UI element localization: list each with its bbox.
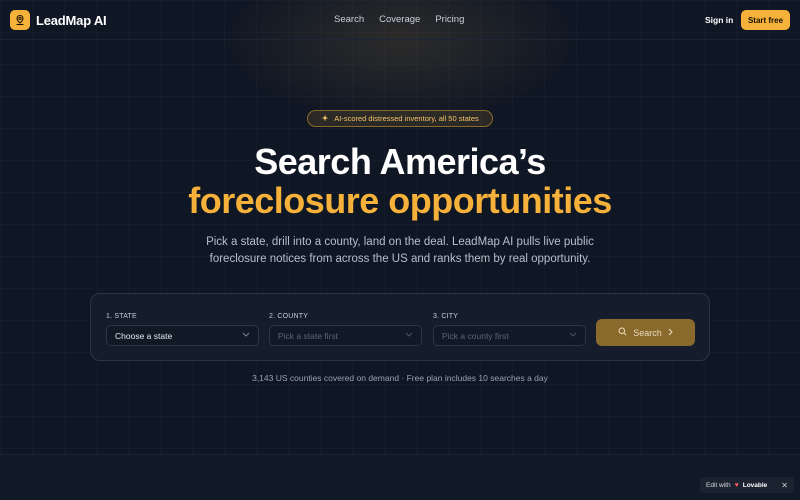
hero-title-line2: foreclosure opportunities: [188, 180, 612, 221]
edit-badge-prefix: Edit with: [706, 481, 731, 489]
page-footer-band: [0, 454, 800, 500]
chevron-down-icon: [405, 332, 413, 339]
search-card: 1. STATE Choose a state 2. COUNTY Pick a…: [90, 293, 710, 361]
nav-link-pricing[interactable]: Pricing: [435, 14, 464, 25]
chevron-down-icon: [569, 332, 577, 339]
nav-links: Search Coverage Pricing: [334, 14, 464, 25]
hero-title-line1: Search America’s: [254, 141, 546, 182]
edit-badge-brand: Lovable: [742, 481, 768, 489]
brand-logo[interactable]: LeadMap AI: [10, 10, 107, 30]
coverage-note: 3,143 US counties covered on demand · Fr…: [252, 373, 548, 383]
state-select[interactable]: Choose a state: [106, 325, 259, 346]
map-pin-icon: [10, 10, 30, 30]
chevron-down-icon: [242, 332, 250, 339]
city-select-value: Pick a county first: [442, 330, 509, 341]
state-label: 1. STATE: [106, 313, 137, 320]
brand-name: LeadMap AI: [36, 12, 107, 28]
county-label: 2. COUNTY: [269, 313, 309, 320]
county-select-value: Pick a state first: [278, 330, 338, 341]
hero-badge: AI-scored distressed inventory, all 50 s…: [307, 110, 493, 127]
city-label: 3. CITY: [433, 313, 459, 320]
hero-badge-text: AI-scored distressed inventory, all 50 s…: [334, 114, 479, 123]
nav-link-coverage[interactable]: Coverage: [379, 14, 420, 25]
heart-icon: ♥: [734, 481, 739, 489]
sign-in-link[interactable]: Sign in: [705, 15, 733, 25]
top-nav: LeadMap AI Search Coverage Pricing Sign …: [0, 0, 800, 40]
nav-link-search[interactable]: Search: [334, 14, 364, 25]
search-button[interactable]: Search: [596, 319, 695, 346]
hero-subtitle: Pick a state, drill into a county, land …: [206, 236, 594, 265]
state-select-value: Choose a state: [115, 330, 173, 341]
state-field: 1. STATE Choose a state: [106, 313, 259, 346]
search-button-label: Search: [633, 327, 662, 338]
edit-with-lovable-badge[interactable]: Edit with ♥ Lovable ✕: [700, 477, 794, 493]
county-select[interactable]: Pick a state first: [269, 325, 422, 346]
search-icon: [618, 327, 627, 338]
chevron-right-icon: [668, 328, 673, 338]
close-icon[interactable]: ✕: [781, 481, 788, 490]
county-field: 2. COUNTY Pick a state first: [269, 313, 422, 346]
city-select[interactable]: Pick a county first: [433, 325, 586, 346]
start-free-button[interactable]: Start free: [741, 10, 790, 30]
sparkle-icon: [321, 114, 329, 124]
city-field: 3. CITY Pick a county first: [433, 313, 586, 346]
